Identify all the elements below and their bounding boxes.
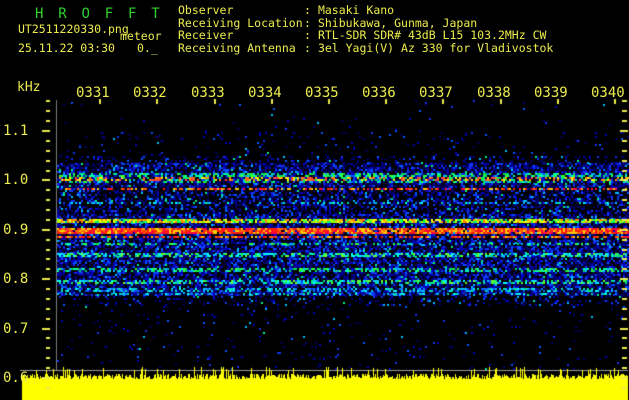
freq-label-0.6: 0.6 (3, 370, 29, 386)
time-label-0335: 0335 (305, 85, 339, 101)
hrofft-screen: H R O F F T UT2511220330.png meteor 25.1… (0, 0, 629, 400)
freq-label-1.1: 1.1 (3, 123, 29, 139)
info-label: Observer (178, 3, 234, 17)
time-label-0331: 0331 (76, 85, 110, 101)
info-separator: : (304, 40, 311, 55)
freq-label-0.8: 0.8 (3, 271, 29, 287)
time-label-0338: 0338 (477, 85, 511, 101)
app-title: H R O F F T (35, 6, 163, 22)
station-info-block: Observer: Masaki Kano Receiving Location: S… (178, 4, 553, 54)
info-label: Receiver (178, 28, 234, 43)
filename-label: UT2511220330.png (18, 22, 129, 36)
info-separator: : (304, 3, 311, 17)
y-axis-unit-label: kHz (17, 80, 41, 95)
datetime-label: 25.11.22 03:30 (18, 41, 115, 55)
info-row-receiving-antenna: Receiving Antenna:3el Yagi(V) Az 330 for… (178, 40, 554, 55)
info-value: 3el Yagi(V) Az 330 for Vladivostok (317, 40, 554, 55)
counter-label: 0._ (137, 41, 158, 55)
time-label-0337: 0337 (419, 85, 453, 101)
time-label-0334: 0334 (248, 85, 282, 101)
time-label-0339: 0339 (534, 85, 568, 101)
freq-label-0.9: 0.9 (3, 222, 29, 238)
spectrogram-canvas (0, 0, 629, 400)
freq-label-0.7: 0.7 (3, 321, 29, 337)
freq-label-1.0: 1.0 (3, 172, 29, 188)
info-label: Receiving Antenna (178, 40, 296, 55)
time-label-0332: 0332 (133, 85, 167, 101)
time-label-0333: 0333 (191, 85, 225, 101)
time-label-0336: 0336 (362, 85, 396, 101)
time-label-0340: 0340 (591, 85, 625, 101)
info-separator: : (304, 28, 311, 43)
